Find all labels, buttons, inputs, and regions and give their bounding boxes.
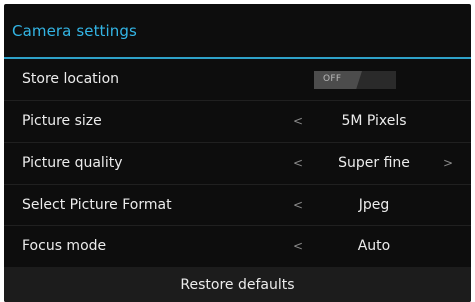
setting-label: Picture quality bbox=[22, 155, 123, 171]
next-value-arrow-icon[interactable]: > bbox=[440, 156, 456, 170]
setting-label: Picture size bbox=[22, 113, 102, 129]
previous-value-arrow-icon[interactable]: < bbox=[290, 156, 306, 170]
dialog-title-bar: Camera settings bbox=[4, 4, 471, 59]
setting-value: Auto bbox=[357, 238, 391, 254]
setting-value: Super fine bbox=[338, 155, 410, 171]
dialog-title: Camera settings bbox=[12, 22, 137, 40]
previous-value-arrow-icon[interactable]: < bbox=[290, 198, 306, 212]
setting-value: 5M Pixels bbox=[341, 113, 407, 129]
setting-label: Store location bbox=[22, 71, 120, 87]
camera-settings-dialog: Camera settings Store location OFF Pictu… bbox=[4, 4, 471, 302]
restore-defaults-button[interactable]: Restore defaults bbox=[4, 267, 471, 302]
settings-list: Store location OFF Picture size < 5M Pix… bbox=[4, 59, 471, 269]
restore-defaults-label: Restore defaults bbox=[180, 277, 295, 293]
setting-label: Select Picture Format bbox=[22, 197, 172, 213]
setting-row-store-location[interactable]: Store location OFF bbox=[4, 59, 471, 101]
store-location-toggle[interactable]: OFF bbox=[314, 71, 396, 89]
previous-value-arrow-icon[interactable]: < bbox=[290, 114, 306, 128]
setting-row-picture-quality[interactable]: Picture quality < Super fine > bbox=[4, 143, 471, 185]
previous-value-arrow-icon[interactable]: < bbox=[290, 239, 306, 253]
setting-value: Jpeg bbox=[358, 197, 390, 213]
setting-row-focus-mode[interactable]: Focus mode < Auto bbox=[4, 226, 471, 269]
setting-label: Focus mode bbox=[22, 238, 107, 254]
toggle-state-text: OFF bbox=[323, 74, 342, 84]
setting-row-picture-size[interactable]: Picture size < 5M Pixels bbox=[4, 101, 471, 143]
setting-row-picture-format[interactable]: Select Picture Format < Jpeg bbox=[4, 185, 471, 226]
